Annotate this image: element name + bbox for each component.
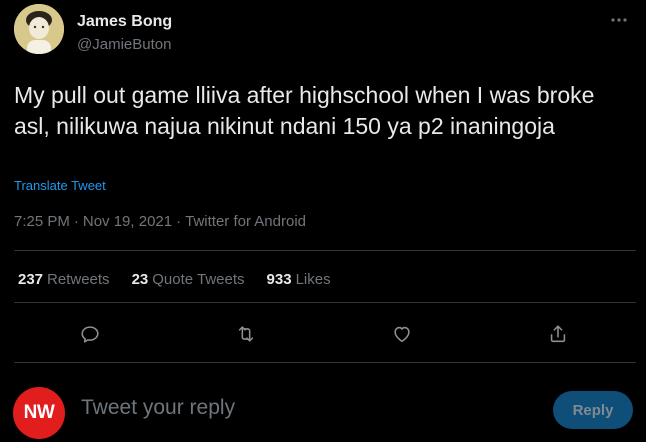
- tweet-source[interactable]: Twitter for Android: [185, 213, 306, 230]
- retweets-label: Retweets: [47, 271, 110, 288]
- reply-button[interactable]: [70, 312, 110, 356]
- reply-composer: NW Reply: [0, 374, 646, 442]
- current-user-avatar[interactable]: NW: [13, 387, 65, 439]
- tweet-detail: James Bong @JamieButon My pull out game …: [0, 0, 646, 442]
- tweet-metadata: 7:25 PM · Nov 19, 2021 · Twitter for Android: [14, 213, 306, 230]
- author-handle[interactable]: @JamieButon: [77, 36, 171, 53]
- meta-separator: ·: [176, 213, 182, 230]
- retweets-count: 237: [18, 271, 44, 288]
- quote-tweets-label: Quote Tweets: [152, 271, 245, 288]
- current-user-avatar-text: NW: [23, 402, 55, 423]
- divider: [14, 362, 636, 363]
- author-display-name[interactable]: James Bong: [77, 13, 172, 31]
- likes-count: 933: [266, 271, 292, 288]
- retweets-stat[interactable]: 237 Retweets: [18, 271, 110, 288]
- share-button[interactable]: [538, 312, 578, 356]
- meta-separator: ·: [73, 213, 79, 230]
- divider: [14, 250, 636, 251]
- user-avatar-icon: [14, 4, 64, 54]
- reply-input[interactable]: [81, 396, 521, 420]
- quote-tweets-stat[interactable]: 23 Quote Tweets: [132, 271, 245, 288]
- quote-tweets-count: 23: [131, 271, 149, 288]
- tweet-time[interactable]: 7:25 PM: [14, 213, 70, 230]
- share-icon: [550, 325, 566, 343]
- tweet-text: My pull out game lliiva after highschool…: [14, 82, 595, 139]
- reply-icon: [81, 326, 99, 343]
- more-options-button[interactable]: [604, 8, 634, 32]
- likes-label: Likes: [295, 271, 331, 288]
- likes-stat[interactable]: 933 Likes: [267, 271, 331, 288]
- tweet-date[interactable]: Nov 19, 2021: [83, 213, 172, 230]
- like-icon: [394, 326, 410, 343]
- retweet-icon: [238, 326, 254, 342]
- engagement-stats: 237 Retweets 23 Quote Tweets 933 Likes: [18, 271, 331, 288]
- author-avatar[interactable]: [14, 4, 64, 54]
- retweet-button[interactable]: [226, 312, 266, 356]
- tweet-actions: [14, 312, 636, 356]
- like-button[interactable]: [382, 312, 422, 356]
- divider: [14, 302, 636, 303]
- translate-tweet-link[interactable]: Translate Tweet: [14, 178, 106, 193]
- reply-submit-button[interactable]: Reply: [553, 391, 633, 429]
- more-horizontal-icon: [611, 18, 627, 22]
